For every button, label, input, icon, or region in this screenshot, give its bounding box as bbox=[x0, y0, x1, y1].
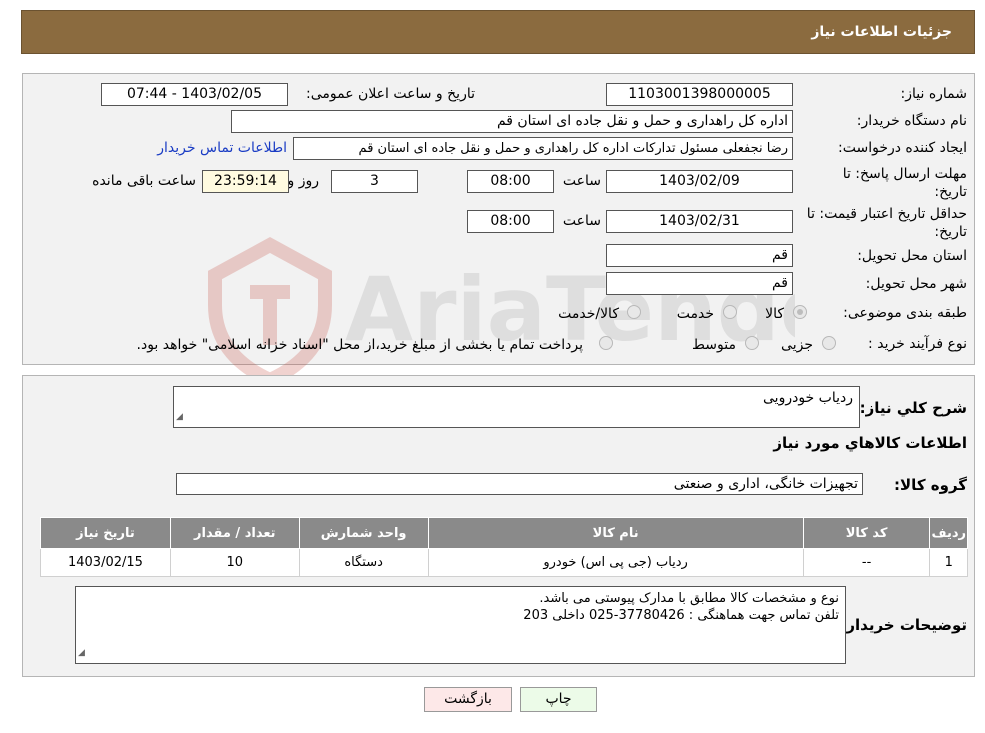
need-number-field: 1103001398000005 bbox=[606, 83, 793, 106]
summary-field[interactable]: ردیاب خودرویی ◢ bbox=[173, 386, 860, 428]
category-radio-goods-service[interactable] bbox=[627, 305, 641, 319]
province-label: استان محل تحویل: bbox=[857, 248, 967, 264]
buyer-notes-label: توضیحات خریدار: bbox=[840, 616, 967, 634]
price-validity-label-line1: حداقل تاریخ اعتبار قیمت: تا bbox=[806, 206, 967, 222]
remaining-time-field: 23:59:14 bbox=[202, 170, 289, 193]
buyer-label: نام دستگاه خریدار: bbox=[856, 113, 967, 129]
process-option-medium: متوسط bbox=[692, 337, 736, 353]
process-label: نوع فرآیند خرید : bbox=[868, 336, 967, 352]
cell-code: -- bbox=[802, 548, 931, 577]
deadline-time-label: ساعت bbox=[562, 173, 601, 189]
price-validity-label-line2: تاریخ: bbox=[934, 224, 967, 240]
price-validity-time-field: 08:00 bbox=[467, 210, 554, 233]
goods-group-label: گروه کالا: bbox=[894, 476, 967, 494]
resize-grip-icon[interactable]: ◢ bbox=[176, 409, 183, 426]
category-option-goods: کالا bbox=[765, 306, 784, 322]
process-radio-minor[interactable] bbox=[822, 336, 836, 350]
back-button[interactable]: بازگشت bbox=[424, 687, 512, 712]
resize-grip-icon[interactable]: ◢ bbox=[78, 645, 85, 662]
cell-unit: دستگاه bbox=[298, 548, 429, 577]
buyer-field: اداره کل راهداری و حمل و نقل جاده ای است… bbox=[231, 110, 793, 133]
deadline-days-label: روز و bbox=[287, 173, 320, 189]
cell-name: ردیاب (جی پی اس) خودرو bbox=[427, 548, 804, 577]
category-option-service: خدمت bbox=[676, 306, 714, 322]
deadline-time-field: 08:00 bbox=[467, 170, 554, 193]
creator-label: ایجاد کننده درخواست: bbox=[838, 140, 967, 156]
print-button[interactable]: چاپ bbox=[520, 687, 597, 712]
table-row: 1 -- ردیاب (جی پی اس) خودرو دستگاه 10 14… bbox=[40, 548, 968, 577]
buyer-contact-link[interactable]: اطلاعات تماس خریدار bbox=[157, 140, 287, 156]
buyer-notes-line2: تلفن تماس جهت هماهنگی : 37780426-025 داخ… bbox=[523, 608, 839, 623]
summary-label: شرح کلي نياز: bbox=[859, 399, 967, 417]
process-note: پرداخت تمام یا بخشی از مبلغ خرید،از محل … bbox=[136, 337, 583, 353]
cell-row: 1 bbox=[929, 548, 968, 577]
col-date: تاريخ نياز bbox=[40, 517, 171, 549]
col-quantity: تعداد / مقدار bbox=[169, 517, 300, 549]
price-validity-time-label: ساعت bbox=[562, 213, 601, 229]
category-label: طبقه بندی موضوعی: bbox=[843, 305, 967, 321]
deadline-date-field: 1403/02/09 bbox=[606, 170, 793, 193]
city-label: شهر محل تحویل: bbox=[865, 276, 967, 292]
creator-field: رضا نجفعلی مسئول تدارکات اداره کل راهدار… bbox=[293, 137, 793, 160]
price-validity-date-field: 1403/02/31 bbox=[606, 210, 793, 233]
announce-field: 1403/02/05 - 07:44 bbox=[101, 83, 288, 106]
process-radio-medium[interactable] bbox=[745, 336, 759, 350]
need-number-label: شماره نیاز: bbox=[900, 86, 968, 102]
remaining-time-label: ساعت باقی مانده bbox=[92, 173, 196, 189]
col-row: رديف bbox=[929, 517, 968, 549]
process-option-minor: جزیی bbox=[781, 337, 813, 353]
goods-heading: اطلاعات کالاهاي مورد نياز bbox=[773, 434, 967, 452]
cell-date: 1403/02/15 bbox=[40, 548, 171, 577]
goods-table-header: رديف کد کالا نام کالا واحد شمارش تعداد /… bbox=[40, 517, 968, 549]
goods-table: رديف کد کالا نام کالا واحد شمارش تعداد /… bbox=[40, 517, 968, 577]
city-field: قم bbox=[606, 272, 793, 295]
category-radio-service[interactable] bbox=[723, 305, 737, 319]
buyer-notes-line1: نوع و مشخصات کالا مطابق با مدارک پیوستی … bbox=[539, 591, 839, 606]
announce-label: تاریخ و ساعت اعلان عمومی: bbox=[306, 86, 475, 102]
category-option-goods-service: کالا/خدمت bbox=[558, 306, 619, 322]
province-field: قم bbox=[606, 244, 793, 267]
goods-group-field: تجهیزات خانگی، اداری و صنعتی bbox=[176, 473, 863, 495]
col-unit: واحد شمارش bbox=[298, 517, 429, 549]
deadline-label-line2: تاریخ: bbox=[934, 184, 967, 200]
deadline-label-line1: مهلت ارسال پاسخ: تا bbox=[842, 166, 967, 182]
deadline-days-field: 3 bbox=[331, 170, 418, 193]
col-name: نام کالا bbox=[427, 517, 804, 549]
page-header: جزئیات اطلاعات نیاز bbox=[21, 10, 975, 54]
summary-text: ردیاب خودرویی bbox=[763, 390, 853, 406]
col-code: کد کالا bbox=[802, 517, 931, 549]
category-radio-goods[interactable] bbox=[793, 305, 807, 319]
buyer-notes-field[interactable]: نوع و مشخصات کالا مطابق با مدارک پیوستی … bbox=[75, 586, 846, 664]
page-title: جزئیات اطلاعات نیاز bbox=[811, 24, 952, 40]
process-radio-treasury[interactable] bbox=[599, 336, 613, 350]
cell-quantity: 10 bbox=[169, 548, 300, 577]
